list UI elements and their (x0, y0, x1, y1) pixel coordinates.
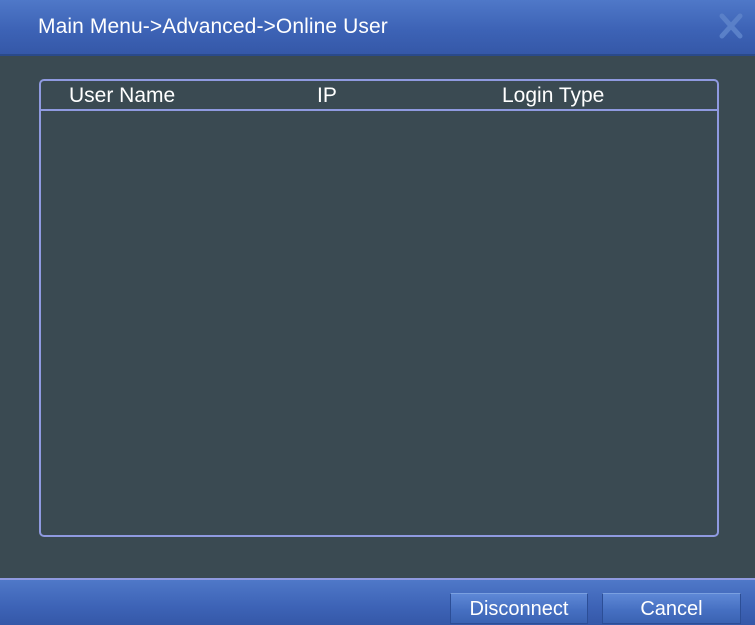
list-header: User Name IP Login Type (41, 81, 717, 111)
column-header-user-name[interactable]: User Name (69, 84, 175, 108)
online-user-list[interactable]: User Name IP Login Type (39, 79, 719, 537)
column-header-ip[interactable]: IP (317, 84, 337, 108)
dialog-title: Main Menu->Advanced->Online User (38, 15, 388, 38)
online-user-dialog: Main Menu->Advanced->Online User User Na… (0, 0, 755, 625)
disconnect-button[interactable]: Disconnect (450, 593, 588, 624)
title-bar: Main Menu->Advanced->Online User (0, 0, 755, 56)
column-header-login-type[interactable]: Login Type (502, 84, 604, 108)
button-bar: Disconnect Cancel (0, 580, 755, 625)
close-icon[interactable] (719, 12, 743, 40)
cancel-button[interactable]: Cancel (602, 593, 741, 624)
